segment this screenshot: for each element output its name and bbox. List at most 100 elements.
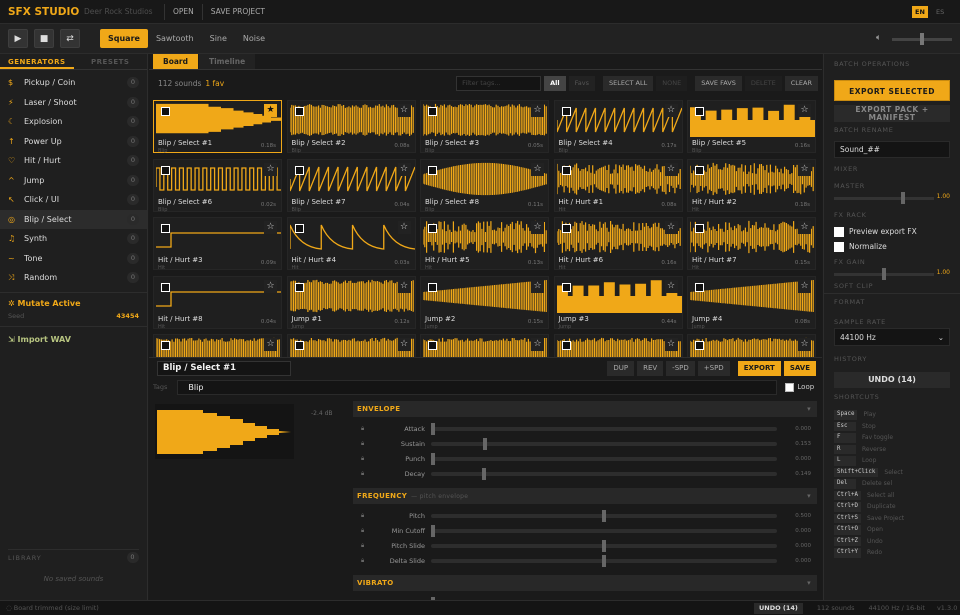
select-checkbox[interactable] (695, 341, 704, 350)
param-thumb[interactable] (431, 524, 435, 537)
play-icon[interactable]: ▶ (8, 29, 28, 48)
import-wav-button[interactable]: ⇲ Import WAV (0, 327, 147, 352)
param-thumb[interactable] (602, 554, 606, 567)
param-thumb[interactable] (483, 437, 488, 450)
sound-card[interactable]: ☆ Jump #3 Jump 0.44s (553, 275, 683, 330)
select-checkbox[interactable] (294, 165, 304, 175)
sound-card[interactable]: ☆ Hit / Hurt #4 Hit 0.03s (286, 217, 416, 271)
select-checkbox[interactable] (695, 107, 704, 116)
lock-icon[interactable]: 🔒︎ (361, 557, 364, 565)
sound-name-input[interactable]: Blip / Select #1 (157, 361, 291, 376)
sound-card[interactable]: ☆ Hit / Hurt #5 Hit 0.13s (420, 217, 549, 271)
filter-favs-button[interactable]: Favs (568, 76, 595, 91)
filter-tags-input[interactable]: Filter tags... (456, 76, 542, 91)
sound-card[interactable]: ☆ Blip / Select #4 Blip 0.17s (553, 100, 683, 154)
param-thumb[interactable] (481, 467, 486, 480)
param-thumb[interactable] (431, 452, 435, 465)
faster-button[interactable]: +SPD (697, 361, 730, 376)
fx-gain-slider[interactable]: 1.00 (834, 268, 950, 281)
star-icon[interactable]: ☆ (798, 279, 811, 293)
generator-hit-hurt[interactable]: ♡ Hit / Hurt 0 (0, 151, 147, 171)
export-button[interactable]: EXPORT (737, 361, 781, 376)
section-envelope[interactable]: ENVELOPE ▾ (353, 401, 817, 417)
waveform-sine-button[interactable]: Sine (202, 29, 235, 48)
sound-card[interactable]: ☆ Hit / Hurt #6 Hit 0.16s (553, 217, 683, 271)
stop-icon[interactable]: ■ (34, 29, 54, 48)
generator-power-up[interactable]: ↑ Power Up 0 (0, 132, 147, 152)
star-icon[interactable]: ☆ (531, 162, 544, 176)
generator-tone[interactable]: ~ Tone 0 (0, 249, 147, 269)
preview-fx-box[interactable] (834, 226, 844, 237)
sound-card[interactable]: ☆ (153, 334, 282, 357)
lock-icon[interactable]: 🔒︎ (361, 527, 364, 535)
sound-card[interactable]: ☆ Blip / Select #8 Blip 0.11s (420, 158, 549, 213)
star-icon[interactable]: ☆ (798, 162, 811, 176)
select-checkbox[interactable] (695, 282, 704, 292)
waveform-noise-button[interactable]: Noise (235, 29, 273, 48)
collapse-icon[interactable]: ▾ (807, 405, 811, 413)
param-thumb[interactable] (602, 509, 606, 522)
star-icon[interactable]: ☆ (664, 221, 678, 234)
export-pack-button[interactable]: EXPORT PACK + MANIFEST (834, 105, 950, 122)
lock-icon[interactable]: 🔒︎ (361, 542, 364, 550)
star-icon[interactable]: ☆ (264, 338, 277, 351)
sound-card[interactable]: ☆ Blip / Select #3 Blip 0.05s (420, 100, 549, 154)
filter-all-button[interactable]: All (544, 76, 566, 91)
param-slider[interactable] (431, 554, 777, 567)
sound-card[interactable]: ☆ Blip / Select #6 Blip 0.02s (153, 158, 282, 213)
param-slider[interactable] (431, 539, 777, 552)
generator-click-ui[interactable]: ↖ Click / UI 0 (0, 190, 147, 210)
star-icon[interactable]: ☆ (798, 221, 811, 234)
tab-generators[interactable]: GENERATORS (0, 54, 74, 69)
select-checkbox[interactable] (695, 224, 704, 233)
star-icon[interactable]: ☆ (264, 162, 277, 176)
sound-card[interactable]: ☆ Blip / Select #2 Blip 0.08s (286, 100, 416, 154)
sound-card[interactable]: ☆ (553, 334, 683, 357)
select-checkbox[interactable] (695, 165, 704, 175)
generator-synth[interactable]: ♫ Synth 0 (0, 229, 147, 249)
param-slider[interactable] (431, 524, 777, 537)
volume-slider[interactable] (892, 33, 952, 45)
param-slider[interactable] (431, 422, 777, 435)
repeat-icon[interactable]: ⇄ (60, 29, 80, 48)
sound-card[interactable]: ☆ (420, 334, 549, 357)
sound-card[interactable]: ☆ Hit / Hurt #8 Hit 0.04s (153, 275, 282, 330)
lock-icon[interactable]: 🔒︎ (361, 512, 364, 520)
sound-card[interactable]: ☆ Blip / Select #7 Blip 0.04s (286, 158, 416, 213)
export-selected-button[interactable]: EXPORT SELECTED (834, 80, 950, 101)
star-icon[interactable]: ☆ (664, 162, 678, 176)
mutate-active-button[interactable]: ✲ Mutate Active (0, 293, 147, 310)
sound-card[interactable]: ☆ Jump #1 Jump 0.12s (286, 275, 416, 330)
generator-laser-shoot[interactable]: ⚡ Laser / Shoot 0 (0, 93, 147, 113)
rev-button[interactable]: REV (637, 361, 664, 376)
undo-button[interactable]: UNDO (14) (834, 372, 950, 388)
star-icon[interactable]: ☆ (531, 221, 544, 234)
batch-rename-input[interactable]: Sound_## (834, 141, 950, 158)
waveform-sawtooth-button[interactable]: Sawtooth (148, 29, 202, 48)
param-slider[interactable] (431, 467, 777, 480)
param-thumb[interactable] (431, 422, 435, 435)
star-icon[interactable]: ☆ (664, 338, 678, 351)
select-checkbox[interactable] (428, 165, 437, 175)
select-checkbox[interactable] (561, 107, 571, 116)
select-checkbox[interactable] (161, 165, 170, 175)
select-checkbox[interactable] (428, 341, 437, 350)
tab-presets[interactable]: PRESETS (74, 54, 148, 69)
slower-button[interactable]: -SPD (666, 361, 695, 376)
star-icon[interactable]: ☆ (264, 221, 277, 234)
clear-button[interactable]: CLEAR (784, 76, 818, 91)
select-none-button[interactable]: NONE (656, 76, 688, 91)
preview-fx-checkbox[interactable]: Preview export FX (834, 224, 950, 239)
master-slider[interactable]: 1.00 (834, 192, 950, 205)
param-thumb[interactable] (602, 539, 606, 552)
star-icon[interactable]: ☆ (397, 221, 411, 234)
seed-value[interactable]: 43454 (116, 312, 139, 320)
lock-icon[interactable]: 🔒︎ (361, 425, 364, 433)
sound-card[interactable]: ☆ Blip / Select #5 Blip 0.16s (687, 100, 816, 154)
sound-card[interactable]: ☆ (687, 334, 816, 357)
star-icon[interactable]: ☆ (664, 279, 678, 293)
param-slider[interactable] (431, 452, 777, 465)
star-icon[interactable]: ☆ (397, 338, 411, 351)
sound-card[interactable]: ☆ Jump #4 Jump 0.08s (687, 275, 816, 330)
status-undo[interactable]: UNDO (14) (754, 602, 803, 614)
